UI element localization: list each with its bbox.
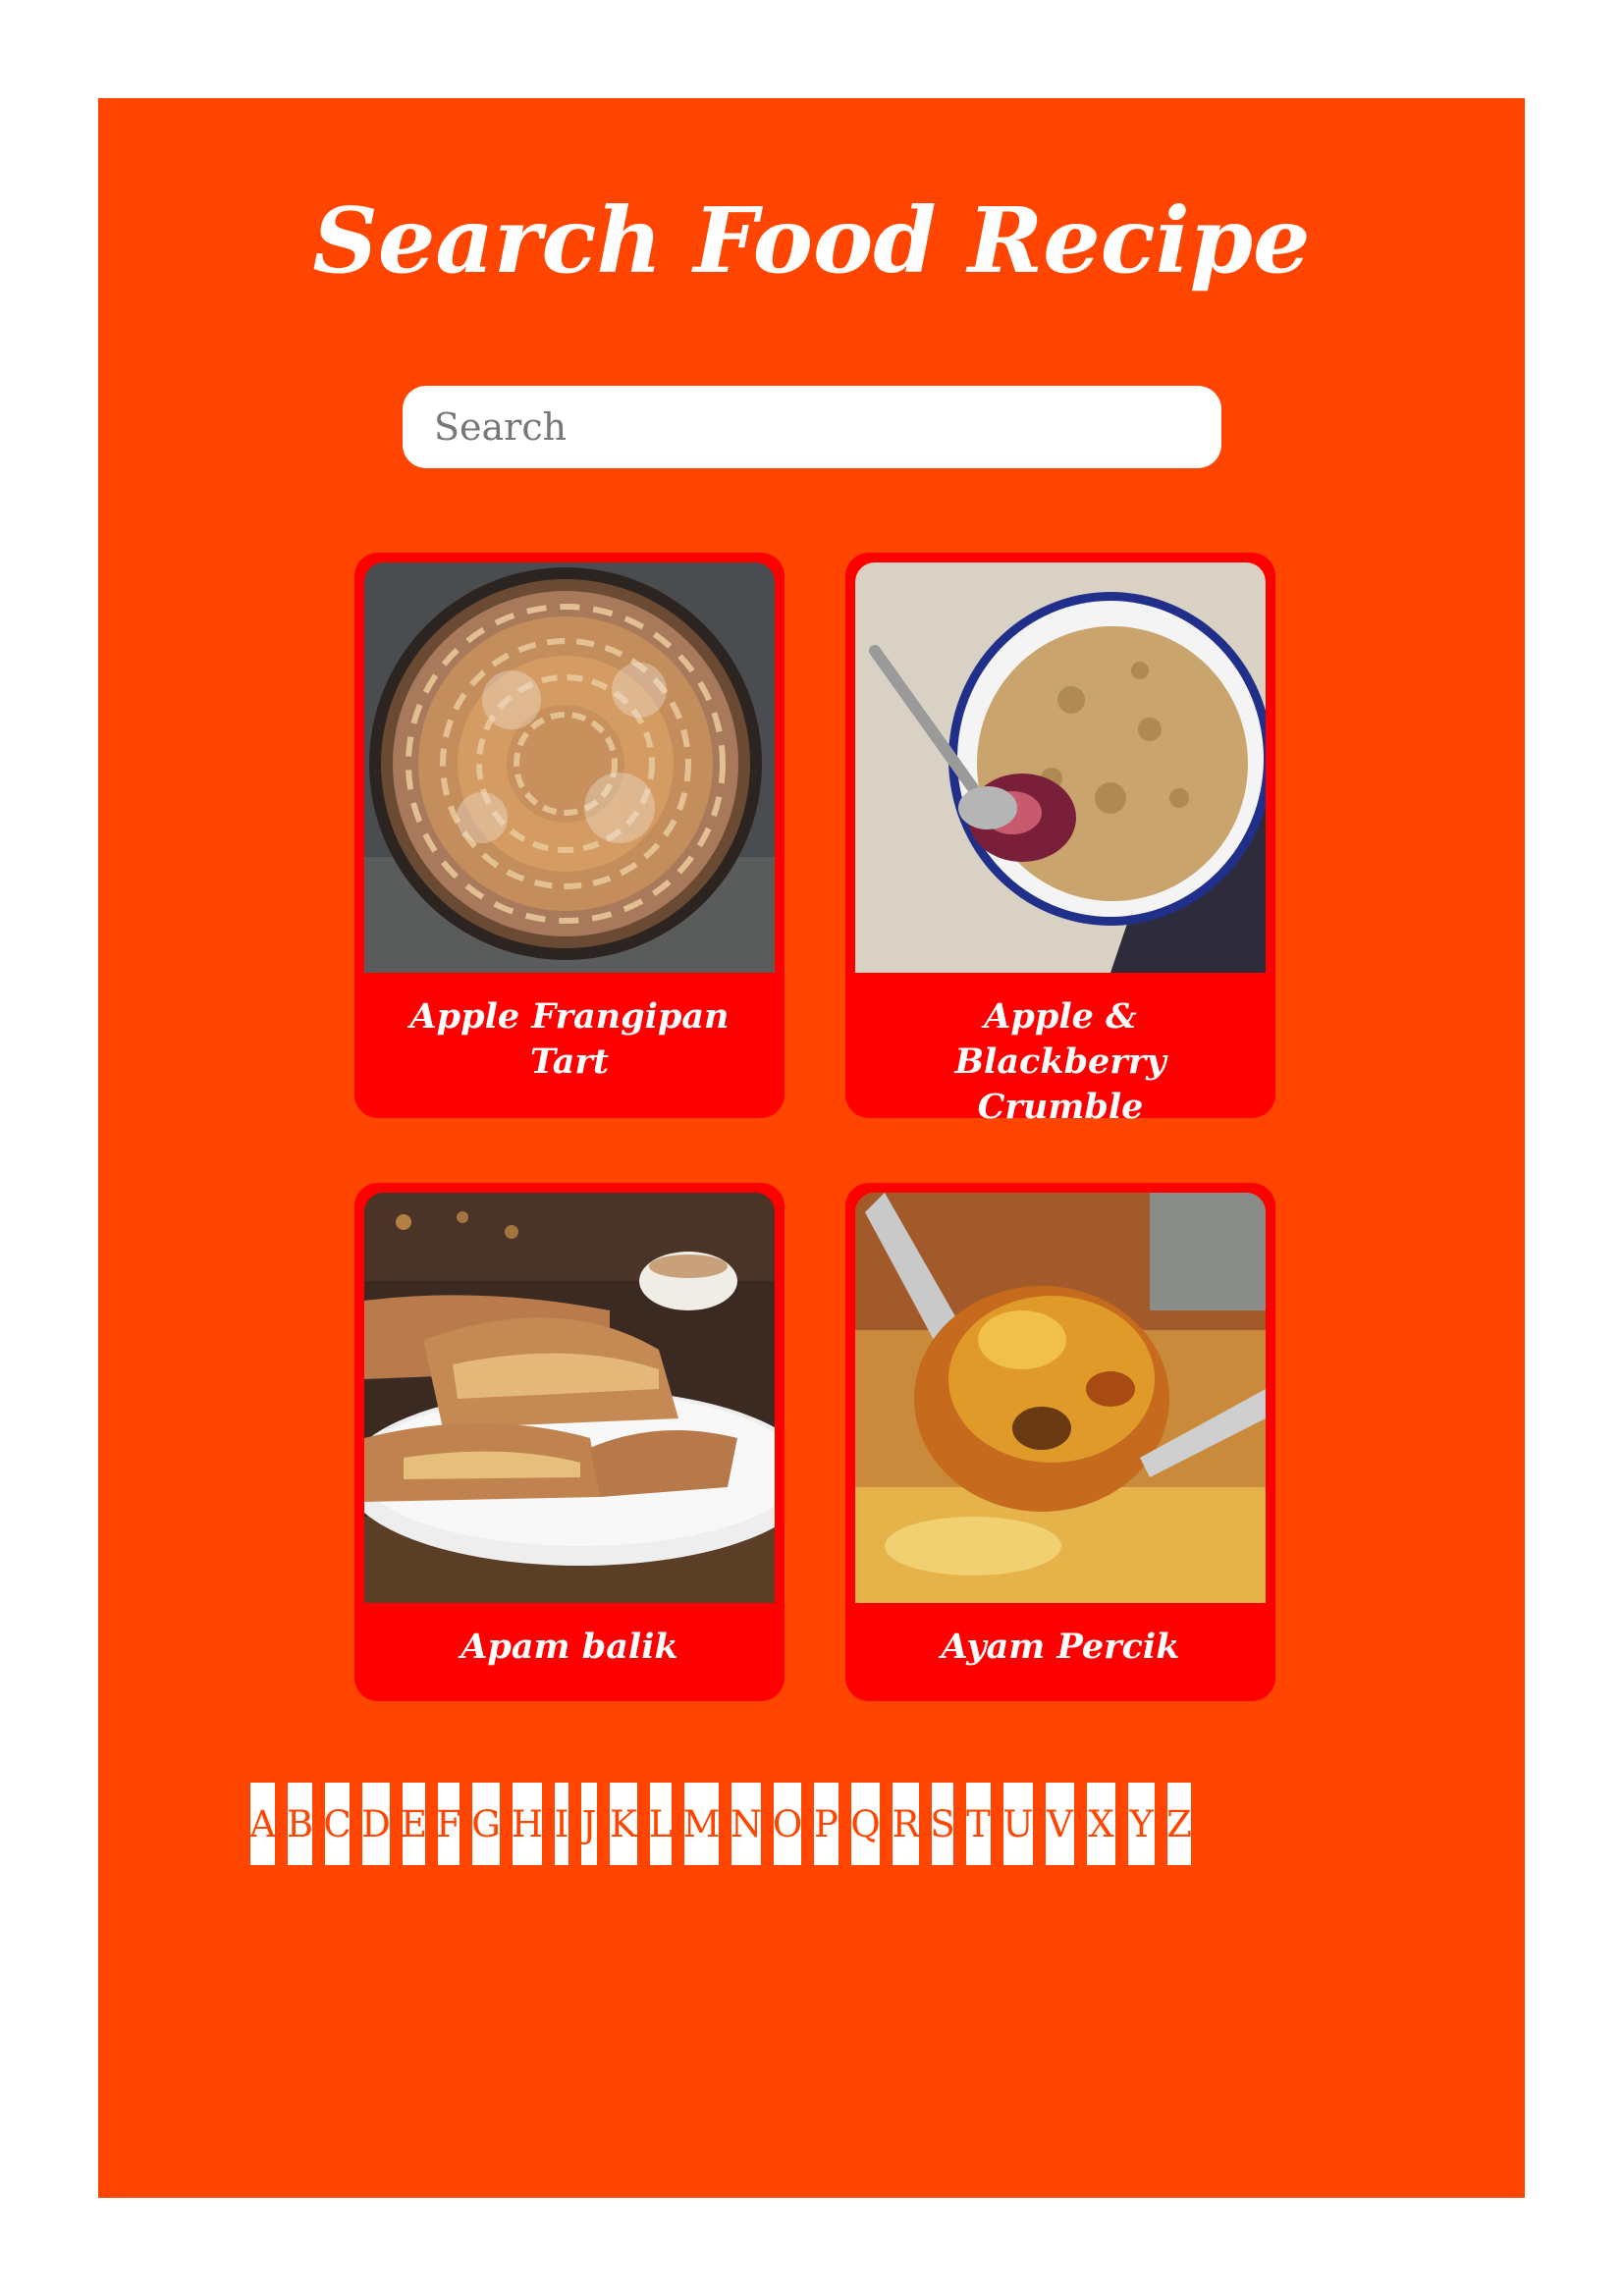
letter-a[interactable]: A [249,1783,276,1865]
letter-j[interactable]: J [581,1783,597,1865]
letter-c[interactable]: C [323,1783,352,1865]
letter-z[interactable]: Z [1166,1783,1192,1865]
recipe-card[interactable]: Apple Frangipan Tart [354,553,784,1118]
letter-f[interactable]: F [436,1783,461,1865]
letter-i[interactable]: I [555,1783,568,1865]
recipe-name: Apam balik [460,1627,678,1667]
recipe-image[interactable] [364,1193,775,1603]
letter-e[interactable]: E [401,1783,427,1865]
recipe-name: Apple & Blackberry Crumble [954,996,1166,1127]
letter-m[interactable]: M [683,1783,720,1865]
letter-k[interactable]: K [610,1783,637,1865]
letter-y[interactable]: Y [1128,1783,1155,1865]
search-input[interactable] [403,405,1221,449]
letter-n[interactable]: N [730,1783,762,1865]
recipe-name: Ayam Percik [941,1627,1180,1667]
letter-q[interactable]: Q [850,1783,881,1865]
letter-h[interactable]: H [512,1783,543,1865]
recipe-image[interactable] [855,1193,1266,1603]
letter-v[interactable]: V [1046,1783,1074,1865]
letter-b[interactable]: B [287,1783,313,1865]
alphabet-filter: A B C D E F G H I J K L M N O P Q R S T … [249,1783,1192,1865]
recipe-card[interactable]: Apple & Blackberry Crumble [845,553,1275,1127]
letter-g[interactable]: G [471,1783,501,1865]
letter-l[interactable]: L [649,1783,673,1865]
letter-o[interactable]: O [773,1783,802,1865]
recipe-name: Apple Frangipan Tart [409,996,730,1082]
recipe-card[interactable]: Apam balik [354,1183,784,1701]
letter-x[interactable]: X [1087,1783,1115,1865]
search-box[interactable] [403,386,1221,468]
letter-s[interactable]: S [930,1783,955,1865]
recipe-card[interactable]: Ayam Percik [845,1183,1275,1701]
letter-d[interactable]: D [361,1783,391,1865]
letter-r[interactable]: R [893,1783,919,1865]
recipe-image[interactable] [855,562,1266,973]
page-title: Search Food Recipe [312,187,1311,294]
letter-t[interactable]: T [966,1783,991,1865]
recipe-image[interactable] [364,562,775,973]
letter-u[interactable]: U [1002,1783,1034,1865]
letter-p[interactable]: P [814,1783,839,1865]
